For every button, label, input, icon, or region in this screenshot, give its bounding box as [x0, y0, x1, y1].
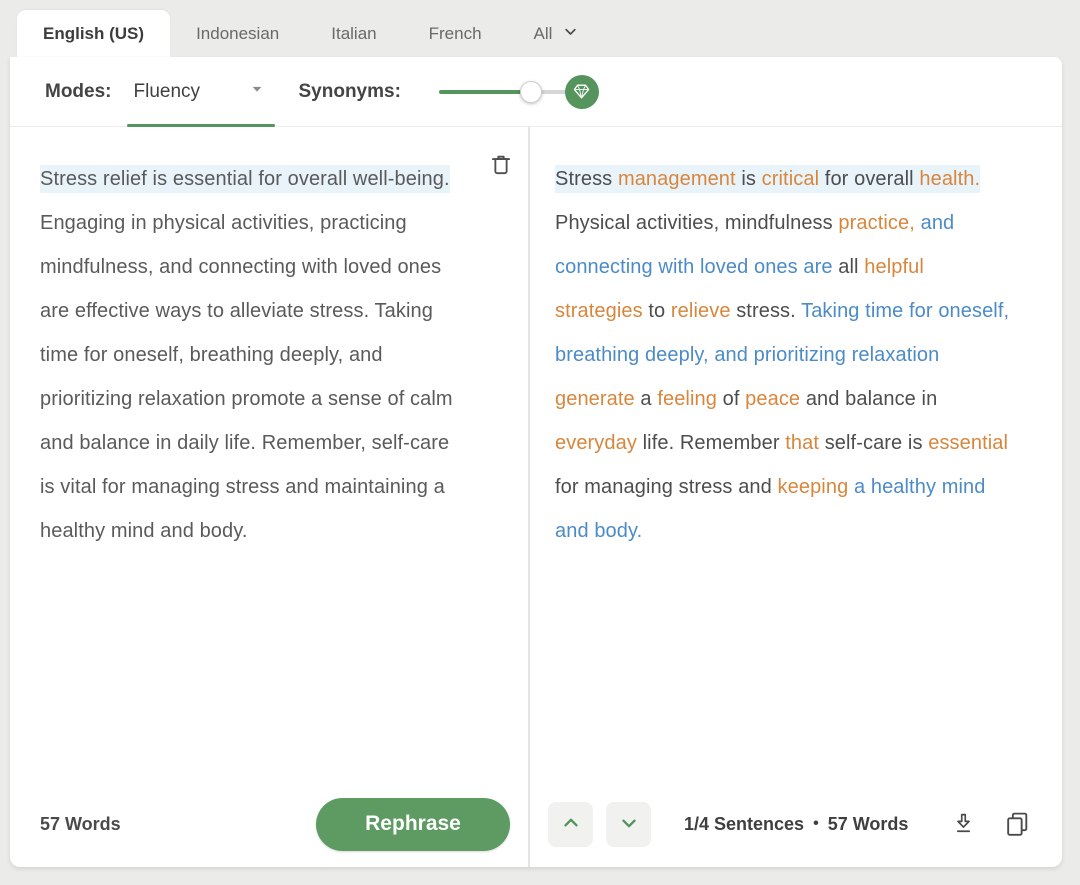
trash-icon[interactable]	[484, 147, 518, 181]
slider-track-filled[interactable]	[439, 90, 532, 94]
tab-label: English (US)	[43, 24, 144, 44]
output-word-segment[interactable]: management	[618, 165, 736, 193]
copy-icon[interactable]	[1002, 807, 1032, 841]
gem-icon[interactable]	[565, 75, 599, 109]
synonyms-label: Synonyms:	[299, 81, 401, 103]
download-icon[interactable]	[948, 807, 978, 841]
output-footer: 1/4 Sentences • 57 Words	[530, 789, 1062, 867]
output-word-segment[interactable]: of	[717, 388, 745, 410]
tab-label: Indonesian	[196, 24, 279, 44]
output-word-segment[interactable]: practice,	[838, 212, 915, 234]
output-word-segment[interactable]: feeling	[657, 388, 717, 410]
output-word-segment[interactable]: health.	[919, 165, 980, 193]
output-word-segment[interactable]: critical	[762, 165, 819, 193]
output-actions	[948, 807, 1032, 841]
language-tabbar: English (US) Indonesian Italian French A…	[0, 0, 1080, 57]
separator-dot: •	[813, 815, 819, 833]
tab-label: All	[534, 24, 553, 44]
input-panel: Stress relief is essential for overall w…	[10, 127, 528, 867]
mode-dropdown[interactable]: Fluency	[134, 81, 264, 103]
output-word-segment[interactable]: self-care is	[819, 432, 928, 454]
output-word-segment[interactable]: a	[635, 388, 658, 410]
output-word-segment[interactable]: essential	[928, 432, 1008, 454]
output-word-segment[interactable]: is	[736, 165, 762, 193]
output-word-count: 57 Words	[828, 814, 909, 835]
slider-thumb[interactable]	[520, 81, 542, 103]
output-panel: Stress management is critical for overal…	[530, 127, 1062, 867]
output-word-segment[interactable]: Stress	[555, 165, 618, 193]
input-highlighted-sentence[interactable]: Stress relief is essential for overall w…	[40, 165, 450, 193]
output-word-segment[interactable]: for overall	[819, 165, 919, 193]
mode-selected-value: Fluency	[134, 81, 201, 103]
output-word-segment[interactable]: generate	[555, 388, 635, 410]
sentence-counter: 1/4 Sentences	[684, 814, 804, 835]
output-word-segment[interactable]: everyday	[555, 432, 637, 454]
output-word-segment[interactable]: for managing stress and	[555, 476, 778, 498]
output-word-segment[interactable]: relieve	[671, 300, 731, 322]
output-text[interactable]: Stress management is critical for overal…	[530, 127, 1062, 553]
previous-sentence-button[interactable]	[548, 802, 593, 847]
rephrase-button[interactable]: Rephrase	[316, 798, 510, 851]
input-text[interactable]: Stress relief is essential for overall w…	[10, 127, 528, 553]
paraphraser-app: English (US) Indonesian Italian French A…	[0, 0, 1080, 885]
tab-label: Italian	[331, 24, 376, 44]
output-word-segment[interactable]: peace	[745, 388, 800, 410]
tab-label: French	[429, 24, 482, 44]
output-word-segment[interactable]: stress.	[731, 300, 802, 322]
chevron-down-icon	[563, 24, 578, 44]
input-word-count: 57 Words	[40, 814, 121, 835]
output-stats: 1/4 Sentences • 57 Words	[684, 814, 908, 835]
paraphraser-card: Modes: Fluency Synonyms:	[10, 57, 1062, 867]
next-sentence-button[interactable]	[606, 802, 651, 847]
output-word-segment[interactable]: Physical activities, mindfulness	[555, 212, 838, 234]
output-word-segment[interactable]: to	[643, 300, 671, 322]
output-word-segment[interactable]: that	[785, 432, 819, 454]
chevron-down-icon	[618, 812, 640, 837]
caret-down-icon	[250, 82, 264, 101]
modes-toolbar: Modes: Fluency Synonyms:	[10, 57, 1062, 127]
output-word-segment[interactable]: and balance in	[800, 388, 937, 410]
tab-english-us[interactable]: English (US)	[17, 10, 170, 57]
output-word-segment[interactable]: life. Remember	[637, 432, 785, 454]
tab-french[interactable]: French	[403, 10, 508, 57]
input-footer: 57 Words Rephrase	[10, 789, 528, 867]
chevron-up-icon	[560, 812, 582, 837]
input-body-text[interactable]: Engaging in physical activities, practic…	[40, 212, 453, 542]
output-word-segment[interactable]: keeping	[778, 476, 849, 498]
tab-indonesian[interactable]: Indonesian	[170, 10, 305, 57]
editor-panels: Stress relief is essential for overall w…	[10, 127, 1062, 867]
tab-all-languages[interactable]: All	[508, 10, 605, 57]
modes-label: Modes:	[45, 81, 112, 103]
output-word-segment[interactable]: all	[833, 256, 865, 278]
tab-italian[interactable]: Italian	[305, 10, 402, 57]
synonyms-slider[interactable]	[439, 74, 599, 110]
